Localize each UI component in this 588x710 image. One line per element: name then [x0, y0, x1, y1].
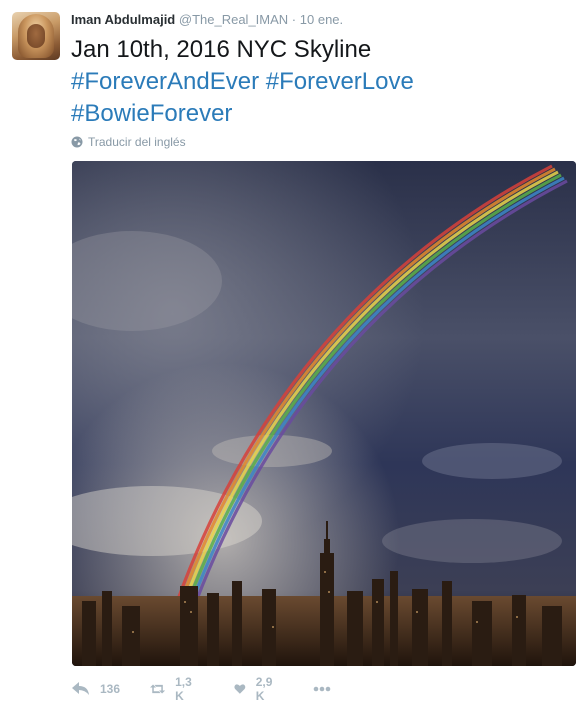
like-button[interactable]: 2,9 K	[234, 675, 277, 703]
tweet: Iman Abdulmajid @The_Real_IMAN · 10 ene.…	[0, 0, 588, 710]
tweet-text: Jan 10th, 2016 NYC Skyline #ForeverAndEv…	[71, 34, 571, 130]
reply-button[interactable]: 136	[72, 682, 120, 696]
retweet-button[interactable]: 1,3 K	[150, 675, 197, 703]
globe-icon	[71, 136, 83, 148]
tweet-hashtag-line: #ForeverAndEver #ForeverLove	[71, 66, 571, 98]
tweet-timestamp[interactable]: 10 ene.	[300, 12, 343, 27]
retweet-icon	[150, 684, 166, 694]
tweet-header: Iman Abdulmajid @The_Real_IMAN · 10 ene.	[71, 12, 343, 27]
more-button[interactable]	[313, 686, 331, 692]
nyc-skyline-rainbow-image	[72, 161, 576, 666]
tweet-photo[interactable]	[72, 161, 576, 666]
retweet-count: 1,3 K	[175, 675, 192, 703]
hashtag-link[interactable]: #ForeverAndEver	[71, 68, 259, 95]
avatar-face	[27, 24, 45, 48]
user-handle[interactable]: @The_Real_IMAN	[179, 12, 288, 27]
more-icon	[313, 686, 331, 692]
reply-icon	[72, 682, 89, 695]
like-count: 2,9 K	[255, 675, 273, 703]
translate-link[interactable]: Traducir del inglés	[71, 135, 186, 149]
header-separator: ·	[291, 12, 297, 27]
avatar[interactable]	[12, 12, 60, 60]
tweet-text-line: Jan 10th, 2016 NYC Skyline	[71, 36, 372, 63]
hashtag-link[interactable]: #BowieForever	[71, 100, 232, 127]
user-name[interactable]: Iman Abdulmajid	[71, 12, 175, 27]
reply-count: 136	[100, 682, 121, 696]
hashtag-link[interactable]: #ForeverLove	[266, 68, 414, 95]
tweet-hashtag-line: #BowieForever	[71, 98, 571, 130]
heart-icon	[234, 684, 246, 694]
translate-label: Traducir del inglés	[88, 135, 186, 149]
